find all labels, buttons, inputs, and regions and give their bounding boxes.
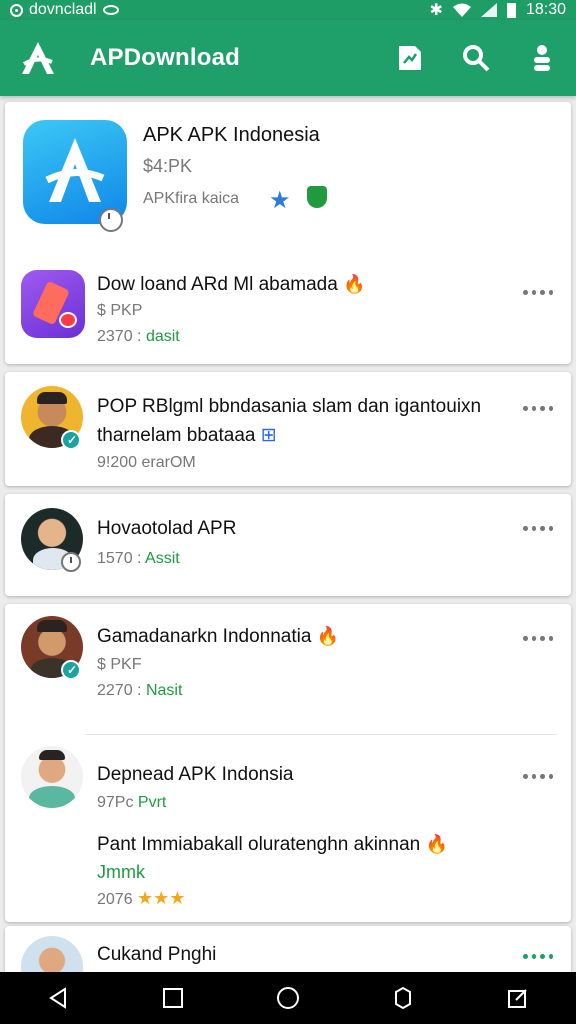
- item-name: Depnead APK Indonsia: [97, 764, 294, 785]
- circle-icon: [276, 987, 299, 1009]
- item-price: $ PKP: [97, 302, 143, 319]
- shield-icon: [307, 186, 327, 208]
- fire-emoji-icon: 🔥: [343, 274, 366, 294]
- document-icon: [399, 46, 421, 70]
- item-price: $ PKF: [97, 656, 142, 673]
- app-notification-icon: [10, 3, 23, 17]
- more-options-button[interactable]: [523, 286, 553, 298]
- item-name: Dow loand ARd Ml abamada 🔥: [97, 274, 366, 295]
- featured-subtitle: $4:PK: [143, 156, 193, 176]
- more-options-button[interactable]: [523, 522, 553, 534]
- avatar: [21, 936, 83, 972]
- search-button[interactable]: [460, 42, 492, 74]
- app-list: APK APK Indonesia $4:PK APKfira kaica ★ …: [0, 98, 576, 972]
- pending-clock-icon: [99, 208, 123, 232]
- status-time: 18:30: [525, 1, 566, 18]
- more-options-button[interactable]: [523, 770, 553, 782]
- featured-card[interactable]: APK APK Indonesia $4:PK APKfira kaica ★ …: [5, 102, 571, 364]
- item-stats: 1570 : Assit: [97, 550, 180, 567]
- more-options-button[interactable]: [523, 632, 553, 644]
- home-button[interactable]: [268, 978, 308, 1018]
- rotate-button[interactable]: [383, 978, 423, 1018]
- heart-badge-icon: [59, 312, 77, 328]
- list-item[interactable]: Gamadanarkn Indonnatia 🔥 $ PKF 2270 : Na…: [5, 604, 571, 734]
- back-icon: [48, 987, 66, 1009]
- list-item[interactable]: Depnead APK Indonsia 97Pc Pvrt Pant Immi…: [5, 738, 571, 922]
- featured-meta: APKfira kaica: [143, 190, 240, 207]
- item-tag: Jmmk: [97, 862, 145, 882]
- app-bar: APDownload: [0, 20, 576, 96]
- item-rating: 2076 ★★★: [97, 888, 186, 908]
- search-icon: [463, 45, 490, 72]
- rating-stars-icon: ★★★: [137, 888, 186, 908]
- list-item[interactable]: Cukand Pnghi: [5, 926, 571, 972]
- item-name: Hovaotolad APR: [97, 518, 237, 539]
- verified-check-icon: [61, 430, 81, 450]
- item-meta: 9!200 erarOM: [97, 454, 196, 471]
- list-item[interactable]: Dow loand ARd Ml abamada 🔥 $ PKP 2370 : …: [5, 262, 571, 362]
- recent-apps-button[interactable]: [153, 978, 193, 1018]
- person-icon: [534, 45, 550, 71]
- system-nav-bar: [0, 972, 576, 1024]
- rotate-icon: [395, 986, 412, 1010]
- item-stats: 97Pc Pvrt: [97, 794, 167, 811]
- verified-check-icon: [61, 660, 81, 680]
- item-stats: 2370 : dasit: [97, 328, 180, 345]
- link-icon: ⊞: [260, 425, 277, 446]
- avatar: [21, 746, 83, 808]
- back-button[interactable]: [38, 978, 78, 1018]
- featured-app-row[interactable]: APK APK Indonesia $4:PK APKfira kaica ★: [5, 102, 571, 242]
- app-logo-icon[interactable]: [18, 38, 58, 78]
- pending-clock-icon: [61, 552, 81, 572]
- item-name: POP RBlgml bbndasania slam dan igantouix…: [97, 396, 482, 417]
- status-bar: dovncladl ✱ 18:30: [0, 0, 576, 20]
- status-bar-label: dovncladl: [29, 1, 97, 18]
- bluetooth-icon: ✱: [429, 2, 443, 19]
- more-options-button[interactable]: [523, 950, 553, 962]
- eye-icon: [102, 5, 119, 15]
- fire-emoji-icon: 🔥: [425, 834, 448, 854]
- item-stats: 2270 : Nasit: [97, 682, 183, 699]
- battery-icon: [506, 2, 516, 18]
- list-card: Gamadanarkn Indonnatia 🔥 $ PKF 2270 : Na…: [5, 604, 571, 922]
- edit-icon: [508, 989, 528, 1008]
- signal-icon: [480, 3, 497, 17]
- featured-title: APK APK Indonesia: [143, 124, 320, 146]
- document-action-button[interactable]: [394, 42, 426, 74]
- app-icon[interactable]: [21, 270, 85, 338]
- square-icon: [162, 988, 183, 1008]
- edit-button[interactable]: [498, 978, 538, 1018]
- account-button[interactable]: [526, 42, 558, 74]
- item-description: tharnelam bbataaa ⊞: [97, 425, 277, 446]
- wifi-icon: [452, 3, 471, 17]
- app-title: APDownload: [90, 44, 240, 71]
- star-icon: ★: [269, 187, 291, 214]
- list-item[interactable]: POP RBlgml bbndasania slam dan igantouix…: [5, 372, 571, 486]
- more-options-button[interactable]: [523, 402, 553, 414]
- item-name: Cukand Pnghi: [97, 944, 217, 965]
- item-name: Gamadanarkn Indonnatia 🔥: [97, 626, 340, 647]
- list-item[interactable]: Hovaotolad APR 1570 : Assit: [5, 494, 571, 596]
- item-description: Pant Immiabakall oluratenghn akinnan 🔥: [97, 834, 448, 855]
- divider: [85, 734, 557, 735]
- fire-emoji-icon: 🔥: [316, 626, 340, 646]
